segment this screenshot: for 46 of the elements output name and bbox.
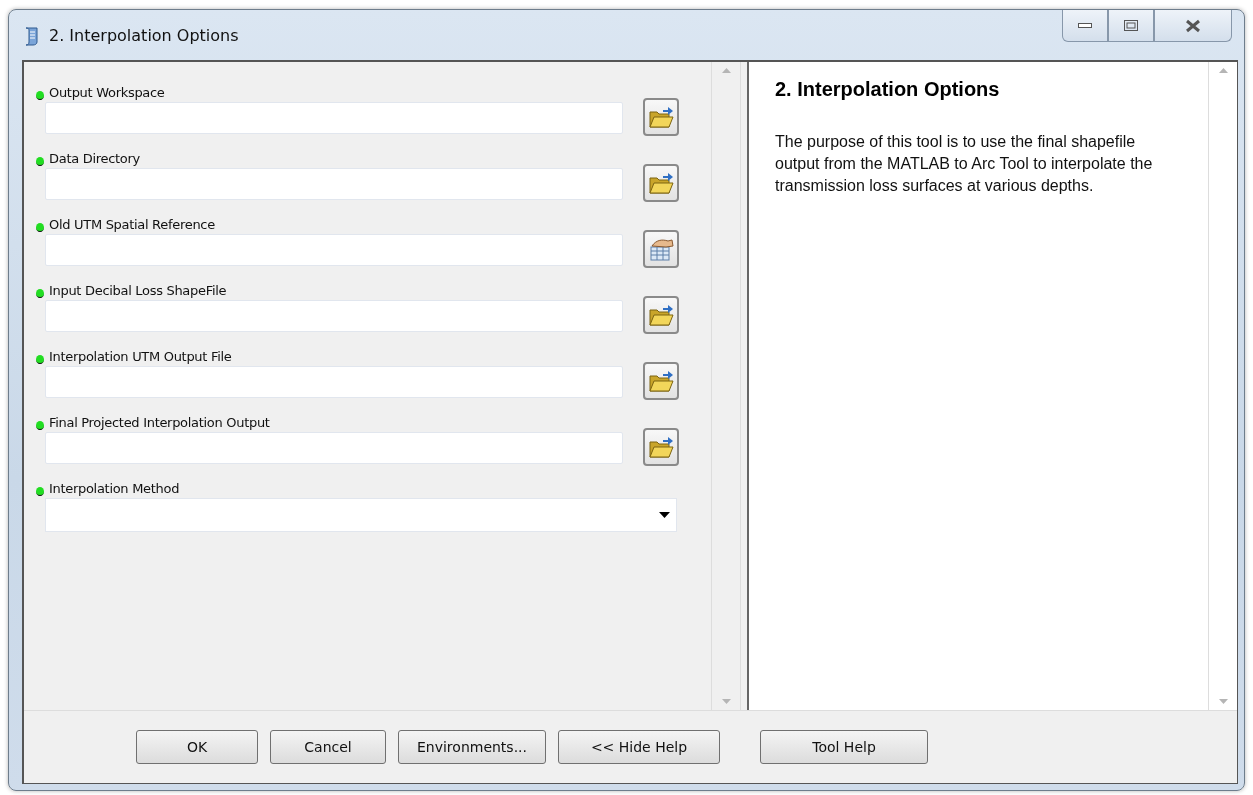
browse-button[interactable]: [643, 164, 679, 202]
browse-button[interactable]: [643, 296, 679, 334]
dialog-button[interactable]: Tool Help: [760, 730, 928, 764]
scroll-down-icon[interactable]: [721, 699, 731, 704]
parameter-label: Final Projected Interpolation Output: [49, 414, 270, 430]
browse-button[interactable]: [643, 362, 679, 400]
scroll-down-icon[interactable]: [1218, 699, 1228, 704]
window-title: 2. Interpolation Options: [49, 26, 240, 45]
browse-button[interactable]: [643, 428, 679, 466]
input-field[interactable]: [45, 102, 623, 134]
properties-button[interactable]: [643, 230, 679, 268]
scroll-up-icon[interactable]: [721, 68, 731, 73]
close-icon: [1185, 18, 1201, 33]
input-field[interactable]: [45, 432, 623, 464]
close-button[interactable]: [1154, 10, 1232, 42]
dialog-button[interactable]: Environments...: [398, 730, 546, 764]
maximize-icon: [1124, 20, 1138, 31]
folder-icon: [648, 435, 674, 459]
minimize-icon: [1078, 23, 1092, 28]
help-title: 2. Interpolation Options: [775, 78, 1001, 101]
input-field[interactable]: [45, 168, 623, 200]
folder-icon: [648, 171, 674, 195]
maximize-button[interactable]: [1108, 10, 1154, 42]
dialog-button[interactable]: OK: [136, 730, 258, 764]
parameter-label: Old UTM Spatial Reference: [49, 216, 215, 232]
browse-button[interactable]: [643, 98, 679, 136]
dropdown-field[interactable]: [45, 498, 677, 532]
dialog-button[interactable]: Cancel: [270, 730, 386, 764]
dialog-button[interactable]: << Hide Help: [558, 730, 720, 764]
script-icon: [23, 26, 41, 46]
folder-icon: [648, 105, 674, 129]
scroll-up-icon[interactable]: [1218, 68, 1228, 73]
folder-icon: [648, 369, 674, 393]
hand-table-icon: [648, 236, 674, 262]
parameter-label: Interpolation UTM Output File: [49, 348, 232, 364]
input-field[interactable]: [45, 366, 623, 398]
parameter-label: Interpolation Method: [49, 480, 180, 496]
dropdown-arrow-icon: [659, 512, 670, 518]
input-field[interactable]: [45, 234, 623, 266]
minimize-button[interactable]: [1062, 10, 1108, 42]
help-text: The purpose of this tool is to use the final shapefile output from the MATLAB to Arc Tool to interpolate the transmission loss surfaces at various depths.: [775, 132, 1154, 196]
input-field[interactable]: [45, 300, 623, 332]
folder-icon: [648, 303, 674, 327]
parameter-label: Output Workspace: [49, 84, 165, 100]
parameter-label: Data Directory: [49, 150, 140, 166]
parameter-label: Input Decibal Loss ShapeFile: [49, 282, 227, 298]
